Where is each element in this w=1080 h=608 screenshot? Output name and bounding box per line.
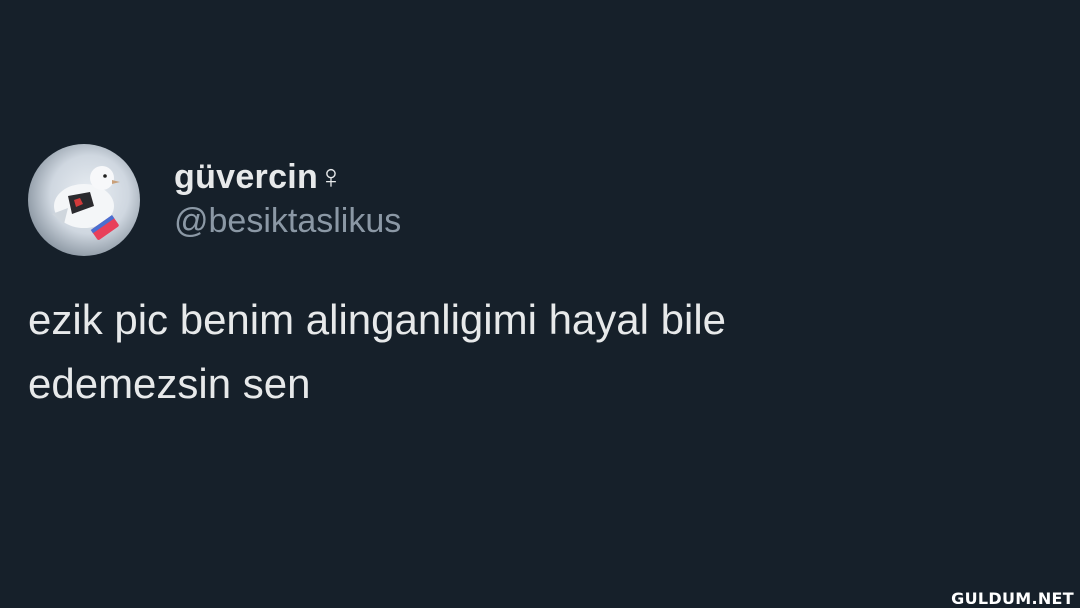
tweet-header: güvercin♀ @besiktaslikus (28, 144, 1052, 256)
watermark: GULDUM.NET (951, 589, 1074, 608)
tweet-card: güvercin♀ @besiktaslikus ezik pic benim … (28, 144, 1052, 416)
user-handle[interactable]: @besiktaslikus (174, 199, 401, 243)
avatar-image (52, 166, 120, 240)
display-name[interactable]: güvercin♀ (174, 157, 401, 197)
pigeon-avatar-icon[interactable] (28, 144, 140, 256)
author-names: güvercin♀ @besiktaslikus (174, 157, 401, 243)
tweet-text: ezik pic benim alinganligimi hayal bile … (28, 296, 727, 407)
